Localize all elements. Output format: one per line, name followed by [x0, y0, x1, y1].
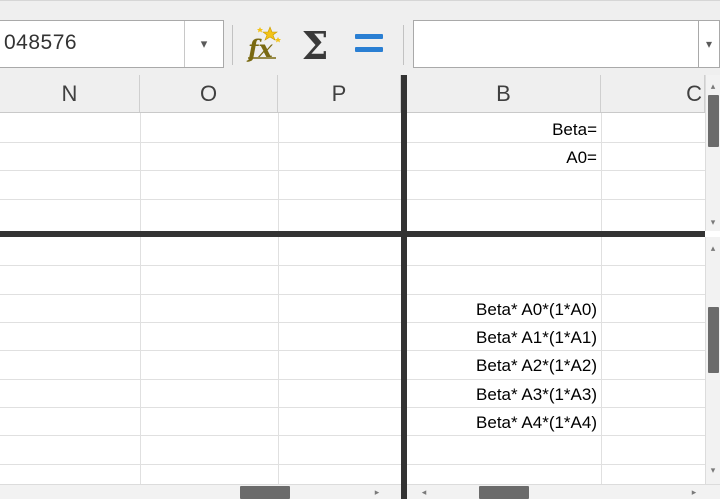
vertical-split-line[interactable] — [401, 75, 407, 499]
column-divider — [601, 113, 602, 484]
function-wizard-button[interactable]: fx — [242, 21, 286, 67]
cell-grid[interactable]: Beta= A0= Beta* A0*(1*A0) Beta* A1*(1*A1… — [0, 113, 705, 484]
formula-button[interactable] — [350, 30, 386, 60]
cell-b-a0-label[interactable]: A0= — [566, 148, 597, 168]
row-divider — [0, 379, 705, 380]
formula-bar: 048576 ▾ fx Σ ▾ — [0, 0, 720, 76]
cell-b-formula[interactable]: Beta* A2*(1*A2) — [476, 356, 597, 376]
column-header-row: N O P B C — [0, 75, 720, 113]
equals-icon-top-bar — [355, 34, 383, 39]
expand-formula-bar-icon[interactable]: ▾ — [699, 20, 720, 68]
column-divider — [278, 113, 279, 484]
column-header-n[interactable]: N — [0, 75, 140, 112]
left-pane-horizontal-scrollbar[interactable]: ▸ — [0, 484, 401, 499]
fx-wizard-icon: fx — [246, 26, 281, 63]
row-divider — [0, 142, 705, 143]
column-header-p[interactable]: P — [278, 75, 401, 112]
toolbar-separator — [232, 25, 233, 65]
bottom-pane-vertical-scrollbar[interactable]: ▴ ▾ — [705, 237, 720, 499]
scroll-down-icon[interactable]: ▾ — [706, 215, 720, 229]
column-divider — [140, 113, 141, 484]
scroll-right-icon[interactable]: ▸ — [370, 485, 384, 499]
scroll-left-icon[interactable]: ◂ — [417, 485, 431, 499]
formula-input[interactable] — [413, 20, 699, 68]
row-divider — [0, 464, 705, 465]
cell-b-formula[interactable]: Beta* A1*(1*A1) — [476, 328, 597, 348]
scroll-thumb[interactable] — [240, 486, 290, 499]
cell-b-formula[interactable]: Beta* A3*(1*A3) — [476, 385, 597, 405]
scroll-thumb[interactable] — [479, 486, 529, 499]
equals-icon-bottom-bar — [355, 47, 383, 52]
spreadsheet-window: 048576 ▾ fx Σ ▾ N O P B C Beta= A0= Beta… — [0, 0, 720, 499]
row-divider — [0, 435, 705, 436]
scroll-up-icon[interactable]: ▴ — [706, 241, 720, 255]
column-header-o[interactable]: O — [140, 75, 278, 112]
row-divider — [0, 199, 705, 200]
scroll-down-icon[interactable]: ▾ — [706, 463, 720, 477]
scroll-up-icon[interactable]: ▴ — [706, 79, 720, 93]
row-divider — [0, 265, 705, 266]
top-pane-vertical-scrollbar[interactable]: ▴ ▾ — [705, 75, 720, 231]
column-header-b[interactable]: B — [407, 75, 601, 112]
row-divider — [0, 170, 705, 171]
sum-button[interactable]: Σ — [297, 22, 333, 68]
scroll-right-icon[interactable]: ▸ — [687, 485, 701, 499]
scroll-thumb[interactable] — [708, 95, 719, 147]
row-divider — [0, 294, 705, 295]
name-box[interactable]: 048576 ▾ — [0, 20, 224, 68]
toolbar-separator — [403, 25, 404, 65]
column-header-c[interactable]: C — [601, 75, 705, 112]
row-divider — [0, 322, 705, 323]
cell-b-formula[interactable]: Beta* A0*(1*A0) — [476, 300, 597, 320]
row-divider — [0, 407, 705, 408]
sum-icon: Σ — [301, 22, 329, 68]
name-box-value[interactable]: 048576 — [4, 31, 77, 55]
horizontal-split-line[interactable] — [0, 231, 705, 237]
name-box-dropdown-icon[interactable]: ▾ — [184, 21, 223, 67]
scroll-thumb[interactable] — [708, 307, 719, 373]
row-divider — [0, 350, 705, 351]
cell-b-formula[interactable]: Beta* A4*(1*A4) — [476, 413, 597, 433]
cell-b-beta-label[interactable]: Beta= — [552, 120, 597, 140]
right-pane-horizontal-scrollbar[interactable]: ◂ ▸ — [407, 484, 720, 499]
